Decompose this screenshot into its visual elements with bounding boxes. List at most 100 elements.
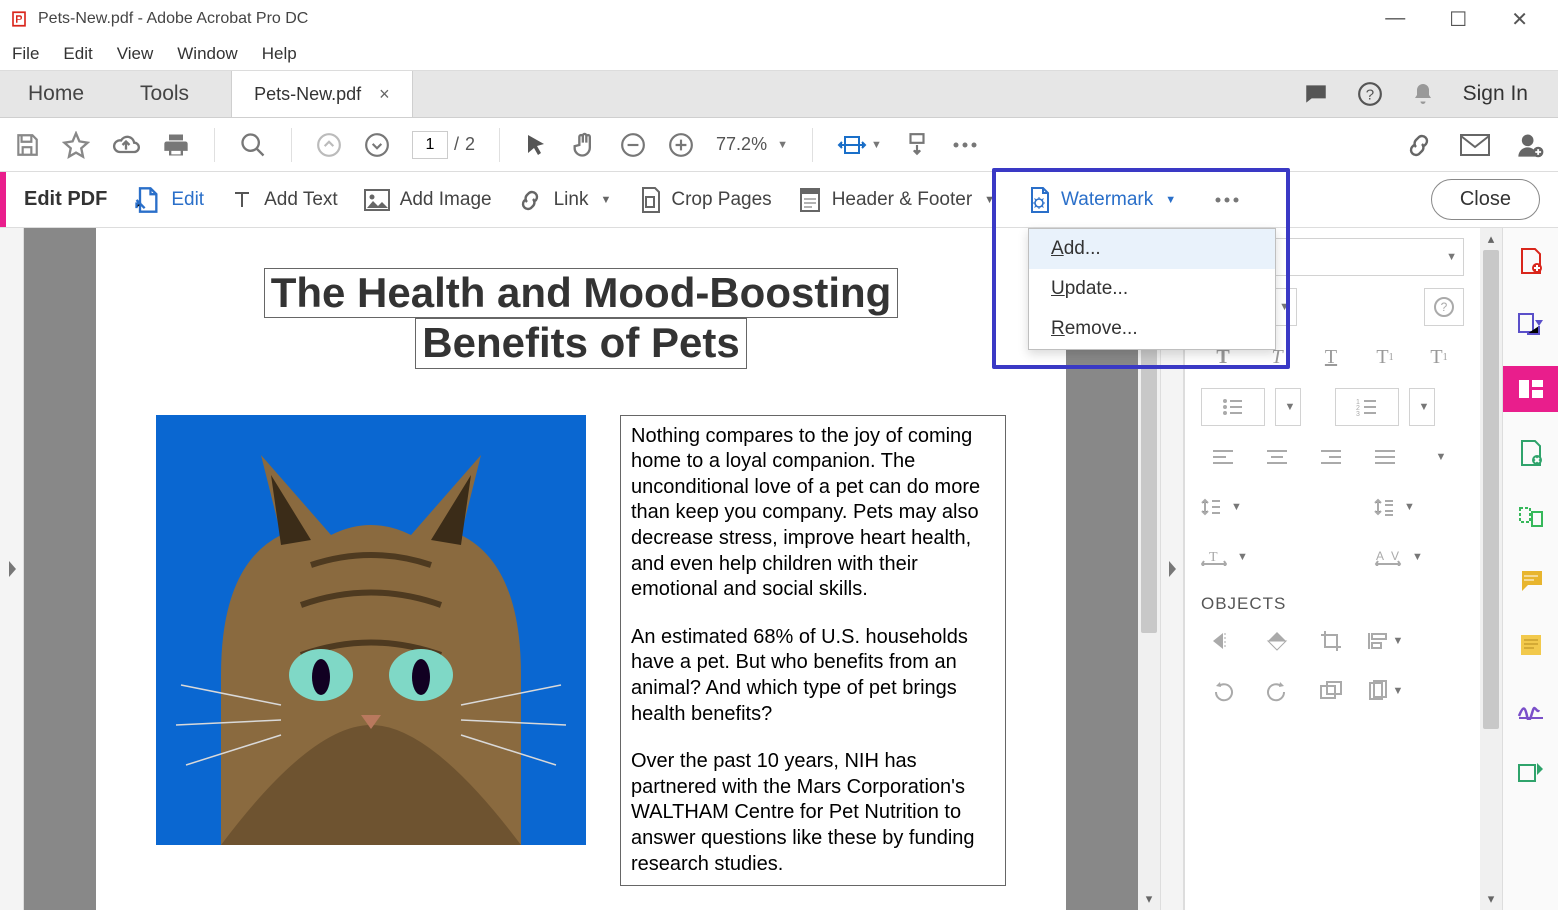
rail-export-pdf-icon[interactable] <box>1503 302 1558 348</box>
rail-convert-pdf-icon[interactable] <box>1503 430 1558 476</box>
scroll-down-icon[interactable]: ▾ <box>1138 888 1160 910</box>
crop-icon[interactable] <box>1309 622 1353 660</box>
rail-sign-icon[interactable] <box>1503 686 1558 732</box>
line-spacing-button[interactable]: ▼ <box>1201 488 1291 526</box>
svg-text:V: V <box>1391 549 1399 563</box>
rail-create-pdf-icon[interactable] <box>1503 238 1558 284</box>
watermark-button[interactable]: Watermark ▼ <box>1021 182 1182 218</box>
menu-edit[interactable]: Edit <box>63 44 92 64</box>
align-right-icon[interactable] <box>1309 438 1353 476</box>
more-objects-icon[interactable]: ▼ <box>1363 672 1407 710</box>
menu-window[interactable]: Window <box>177 44 237 64</box>
superscript-icon[interactable]: T1 <box>1363 338 1407 376</box>
page-current-input[interactable] <box>412 131 448 159</box>
align-center-icon[interactable] <box>1255 438 1299 476</box>
tab-document[interactable]: Pets-New.pdf × <box>231 71 413 117</box>
page-down-icon[interactable] <box>364 132 390 158</box>
paragraph-spacing-button[interactable]: ▼ <box>1374 488 1464 526</box>
arrange-icon[interactable] <box>1309 672 1353 710</box>
save-icon[interactable] <box>14 132 40 158</box>
numbered-list-button[interactable]: 123 <box>1335 388 1399 426</box>
edit-pdf-toolbar: Edit PDF Edit Add Text Add Image Link ▼ … <box>0 172 1558 228</box>
flip-horizontal-icon[interactable] <box>1201 622 1245 660</box>
add-text-button[interactable]: Add Text <box>230 188 338 212</box>
rail-more-tools-icon[interactable] <box>1503 750 1558 796</box>
zoom-in-icon[interactable] <box>668 132 694 158</box>
sign-in-link[interactable]: Sign In <box>1463 82 1528 106</box>
align-left-icon[interactable] <box>1201 438 1245 476</box>
document-viewport[interactable]: The Health and Mood-Boosting Benefits of… <box>24 228 1138 910</box>
right-tool-rail <box>1502 228 1558 910</box>
rail-edit-pdf-icon[interactable] <box>1503 366 1558 412</box>
underline-icon[interactable]: T <box>1309 338 1353 376</box>
main-toolbar: / 2 77.2% ▼ ▼ <box>0 118 1558 172</box>
more-edit-tools-icon[interactable] <box>1214 196 1240 204</box>
tab-home[interactable]: Home <box>0 71 112 117</box>
scroll-up-icon[interactable]: ▴ <box>1480 228 1502 250</box>
hand-tool-icon[interactable] <box>570 131 598 159</box>
align-more-icon[interactable]: ▼ <box>1417 438 1461 476</box>
menu-help[interactable]: Help <box>262 44 297 64</box>
edit-tool-button[interactable]: Edit <box>133 186 204 214</box>
text-color-button[interactable]: ? <box>1424 288 1464 326</box>
share-link-icon[interactable] <box>1406 133 1434 157</box>
notifications-bell-icon[interactable] <box>1411 82 1435 106</box>
horizontal-scale-button[interactable]: T▼ <box>1201 538 1291 576</box>
rotate-cw-icon[interactable] <box>1255 672 1299 710</box>
page-separator: / <box>454 134 459 155</box>
watermark-remove-item[interactable]: Remove... <box>1029 309 1275 349</box>
help-icon[interactable]: ? <box>1357 81 1383 107</box>
flip-vertical-icon[interactable] <box>1255 622 1299 660</box>
left-panel-toggle[interactable] <box>0 228 24 910</box>
rail-organize-icon[interactable] <box>1503 494 1558 540</box>
scroll-down-icon[interactable]: ▾ <box>1480 888 1502 910</box>
window-minimize-button[interactable]: — <box>1385 7 1405 32</box>
add-image-button[interactable]: Add Image <box>364 189 492 211</box>
window-maximize-button[interactable]: ☐ <box>1449 7 1467 32</box>
tab-tools[interactable]: Tools <box>112 71 217 117</box>
fit-width-icon[interactable]: ▼ <box>837 132 882 158</box>
page-total: 2 <box>465 134 475 155</box>
bullet-list-options[interactable]: ▼ <box>1275 388 1301 426</box>
page-up-icon[interactable] <box>316 132 342 158</box>
menu-file[interactable]: File <box>12 44 39 64</box>
panel-scrollbar[interactable]: ▴ ▾ <box>1480 228 1502 910</box>
char-spacing-button[interactable]: AV▼ <box>1374 538 1464 576</box>
rail-comment-icon[interactable] <box>1503 558 1558 604</box>
edit-pdf-label: Edit PDF <box>24 188 107 211</box>
link-button[interactable]: Link ▼ <box>518 189 612 211</box>
add-reviewer-icon[interactable] <box>1516 131 1544 159</box>
rail-sticky-note-icon[interactable] <box>1503 622 1558 668</box>
comments-icon[interactable] <box>1303 81 1329 107</box>
menu-view[interactable]: View <box>117 44 154 64</box>
align-objects-icon[interactable]: ▼ <box>1363 622 1407 660</box>
cloud-upload-icon[interactable] <box>112 131 140 159</box>
watermark-update-item[interactable]: Update... <box>1029 269 1275 309</box>
add-image-label: Add Image <box>400 189 492 211</box>
more-tools-icon[interactable] <box>952 141 978 149</box>
document-text-block: Nothing compares to the joy of coming ho… <box>620 415 1006 887</box>
header-footer-button[interactable]: Header & Footer ▼ <box>798 187 995 213</box>
print-icon[interactable] <box>162 131 190 159</box>
crop-pages-button[interactable]: Crop Pages <box>637 187 771 213</box>
numbered-list-options[interactable]: ▼ <box>1409 388 1435 426</box>
close-edit-button[interactable]: Close <box>1431 179 1540 220</box>
zoom-out-icon[interactable] <box>620 132 646 158</box>
tab-document-close-icon[interactable]: × <box>379 84 390 105</box>
subscript-icon[interactable]: T1 <box>1417 338 1461 376</box>
page-number-control: / 2 <box>412 131 475 159</box>
scroll-mode-icon[interactable] <box>904 132 930 158</box>
bullet-list-button[interactable] <box>1201 388 1265 426</box>
zoom-level[interactable]: 77.2% ▼ <box>716 134 788 155</box>
tab-document-label: Pets-New.pdf <box>254 84 361 105</box>
select-tool-icon[interactable] <box>524 133 548 157</box>
svg-text:?: ? <box>1365 86 1373 103</box>
watermark-add-item[interactable]: Add... <box>1029 229 1275 269</box>
rotate-ccw-icon[interactable] <box>1201 672 1245 710</box>
email-icon[interactable] <box>1460 134 1490 156</box>
star-icon[interactable] <box>62 131 90 159</box>
align-justify-icon[interactable] <box>1363 438 1407 476</box>
window-close-button[interactable]: ✕ <box>1511 7 1528 32</box>
search-icon[interactable] <box>239 131 267 159</box>
link-label: Link <box>554 189 589 211</box>
